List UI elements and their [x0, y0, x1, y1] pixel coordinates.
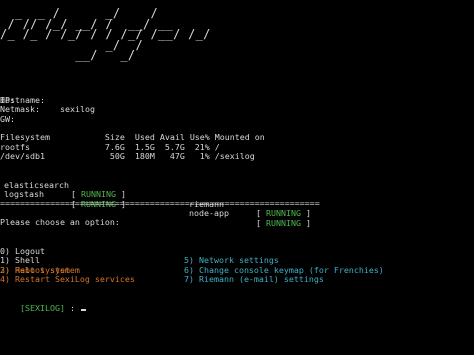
- service-name-node-app: node-app: [189, 208, 229, 219]
- text-cursor[interactable]: [80, 309, 86, 311]
- console-screen[interactable]: _ _ / _/ / / // /_/ __/ / __/ __ /_ /_ /…: [0, 0, 474, 355]
- command-prompt[interactable]: [SEXILOG] :: [0, 294, 86, 312]
- prompt-tag: [SEXILOG]: [19, 302, 65, 313]
- menu-option-restart-services[interactable]: 4) Restart SexiLog services: [0, 275, 135, 285]
- hostname-value: sexilog: [60, 104, 95, 115]
- service-row: elasticsearch [ RUNNING ] riemann [ RUNN…: [0, 171, 311, 218]
- separator-line: ========================================…: [0, 199, 320, 208]
- menu-row: 0) Logout 5) Network settings: [0, 237, 279, 265]
- menu-option-riemann-settings[interactable]: 7) Riemann (e-mail) settings: [184, 275, 324, 285]
- menu-row: 1) Shell 6) Change console keymap (for F…: [0, 247, 384, 275]
- filesystem-row-sdb1: /dev/sdb1 50G 180M 47G 1% /sexilog: [0, 151, 255, 162]
- service-status-node-app: [ RUNNING ]: [256, 217, 311, 228]
- prompt-suffix: :: [64, 302, 80, 313]
- gw-label: GW:: [0, 113, 15, 124]
- sexilog-ascii-logo: _ _ / _/ / / // /_/ __/ / __/ __ /_ /_ /…: [0, 6, 211, 63]
- service-row: logstash [ RUNNING ] node-app [ RUNNING …: [0, 181, 311, 228]
- menu-heading: Please choose an option:: [0, 217, 120, 227]
